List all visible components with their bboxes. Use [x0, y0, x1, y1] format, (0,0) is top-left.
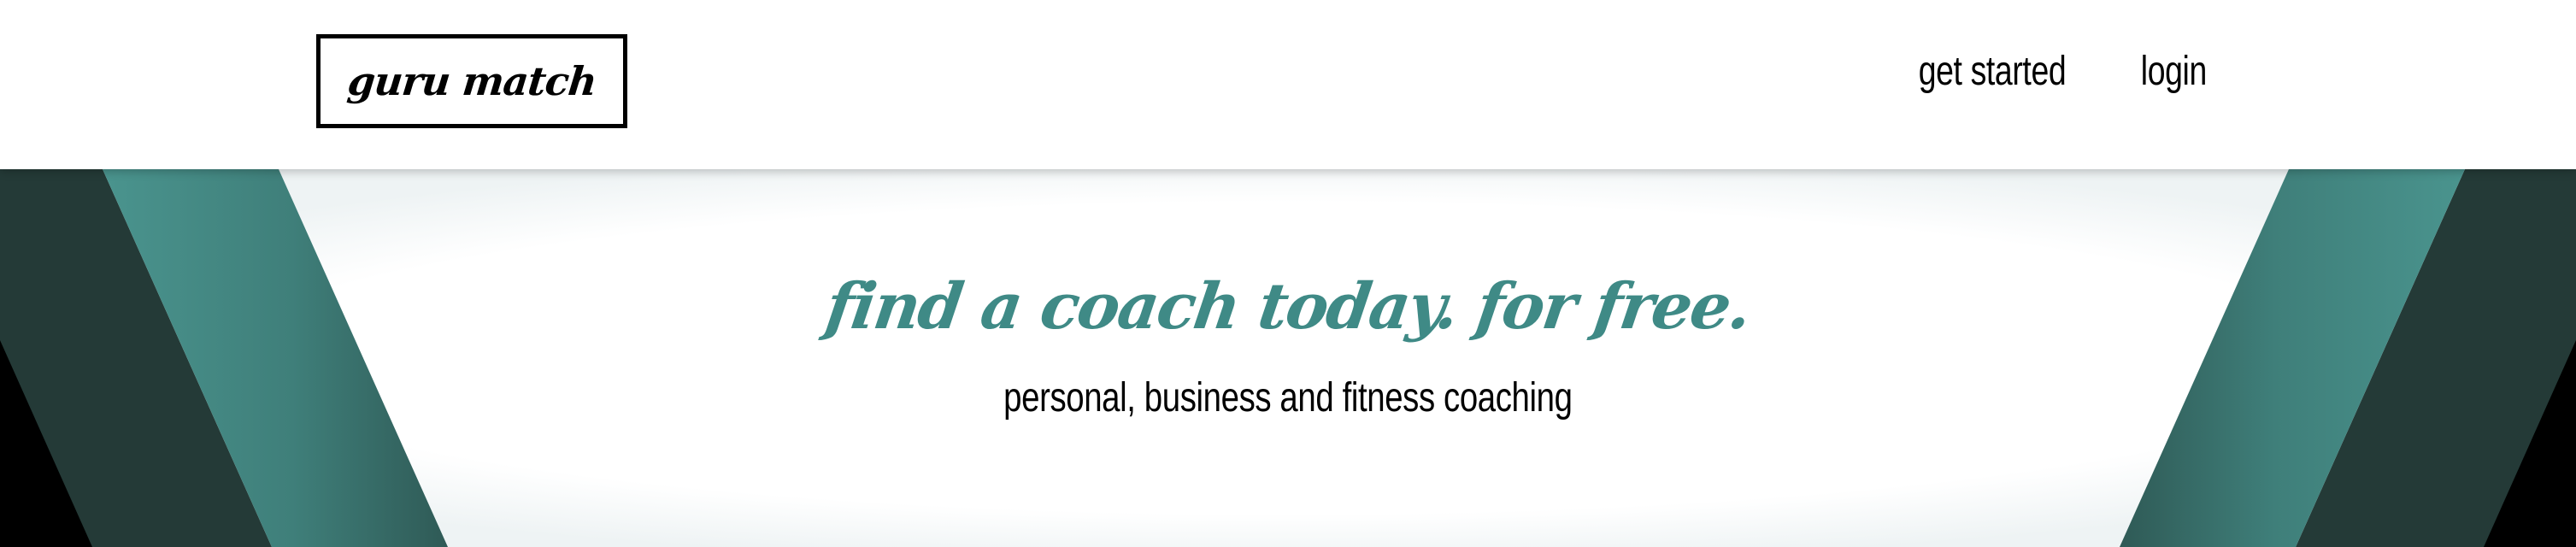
logo-text: guru match	[344, 58, 599, 104]
hero-subtitle-text: personal, business and fitness coaching	[1003, 375, 1573, 421]
hero-section: find a coach today. for free. personal, …	[0, 169, 2576, 547]
logo-link[interactable]: guru match	[316, 34, 627, 128]
main-nav: get started login	[1877, 48, 2207, 95]
landing-page: find a coach today. for free. personal, …	[0, 0, 2576, 547]
get-started-link[interactable]: get started	[1918, 48, 2066, 95]
hero-title: find a coach today. for free.	[821, 270, 1755, 344]
login-link[interactable]: login	[2141, 48, 2208, 95]
site-header: guru match get started login	[0, 0, 2576, 169]
hero-subtitle: personal, business and fitness coaching	[0, 374, 2576, 421]
hero-content: find a coach today. for free. personal, …	[0, 169, 2576, 547]
